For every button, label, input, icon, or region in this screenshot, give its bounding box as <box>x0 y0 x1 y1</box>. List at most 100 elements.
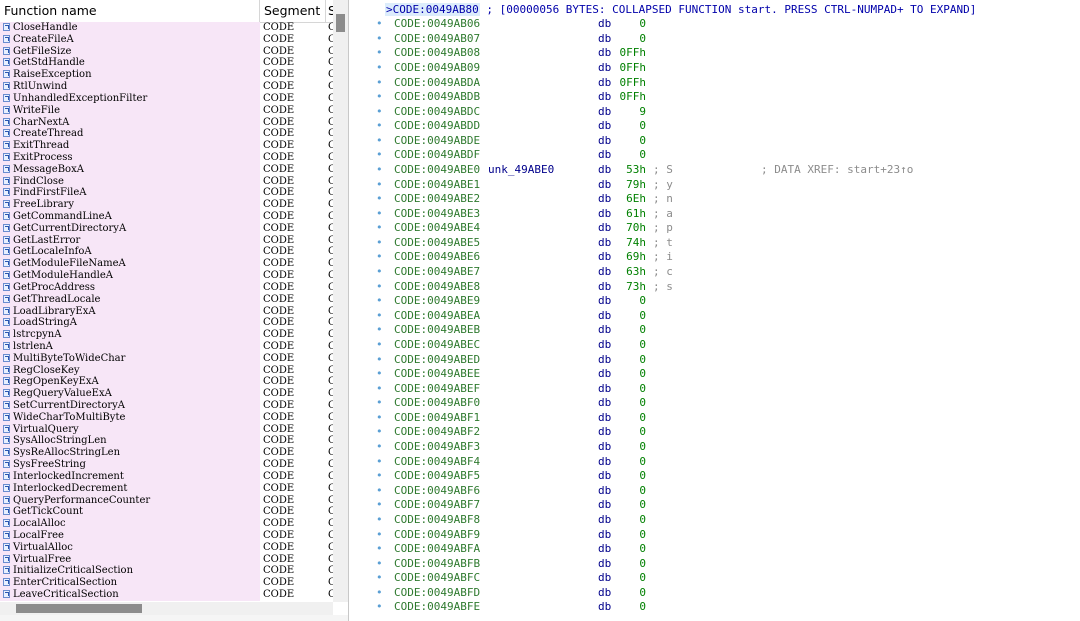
function-row[interactable]: GetLastErrorCODEC <box>0 234 333 247</box>
disassembly-view[interactable]: >CODE:0049AB80 ; [00000056 BYTES: COLLAP… <box>360 0 1080 621</box>
function-row[interactable]: CreateThreadCODEC <box>0 128 333 141</box>
function-row[interactable]: FindFirstFileACODEC <box>0 187 333 200</box>
function-row[interactable]: GetThreadLocaleCODEC <box>0 293 333 306</box>
function-row[interactable]: SysAllocStringLenCODEC <box>0 435 333 448</box>
function-row[interactable]: GetProcAddressCODEC <box>0 281 333 294</box>
function-row[interactable]: MessageBoxACODEC <box>0 163 333 176</box>
line-label[interactable]: unk_49ABE0 <box>488 163 554 178</box>
line-address[interactable]: CODE:0049ABFB <box>394 557 480 572</box>
line-xref[interactable]: ; DATA XREF: start+23↑o <box>761 163 913 178</box>
function-row[interactable]: GetFileSizeCODEC <box>0 45 333 58</box>
function-row[interactable]: LoadLibraryExACODEC <box>0 305 333 318</box>
functions-vertical-scrollbar[interactable] <box>333 0 348 602</box>
function-row[interactable]: GetModuleHandleACODEC <box>0 270 333 282</box>
function-row[interactable]: WideCharToMultiByteCODEC <box>0 411 333 424</box>
function-row[interactable]: GetLocaleInfoACODEC <box>0 246 333 259</box>
function-row[interactable]: SysFreeStringCODEC <box>0 459 333 471</box>
function-row[interactable]: GetCurrentDirectoryACODEC <box>0 222 333 235</box>
line-address[interactable]: CODE:0049ABE7 <box>394 265 480 280</box>
line-address[interactable]: CODE:0049AB09 <box>394 61 480 76</box>
function-row[interactable]: ExitProcessCODEC <box>0 151 333 164</box>
line-address[interactable]: CODE:0049ABDF <box>394 148 480 163</box>
line-address[interactable]: CODE:0049ABE1 <box>394 178 480 193</box>
line-address[interactable]: CODE:0049ABF7 <box>394 498 480 513</box>
function-row[interactable]: WriteFileCODEC <box>0 104 333 117</box>
line-address[interactable]: CODE:0049ABF8 <box>394 513 480 528</box>
line-address[interactable]: CODE:0049ABF1 <box>394 411 480 426</box>
function-row[interactable]: CharNextACODEC <box>0 116 333 129</box>
line-address[interactable]: CODE:0049ABFE <box>394 600 480 615</box>
column-header-start[interactable]: S <box>326 0 333 22</box>
line-address[interactable]: CODE:0049AB07 <box>394 32 480 47</box>
function-row[interactable]: VirtualQueryCODEC <box>0 423 333 436</box>
function-row[interactable]: GetModuleFileNameACODEC <box>0 258 333 271</box>
line-address[interactable]: CODE:0049ABEE <box>394 367 480 382</box>
column-header-segment[interactable]: Segment <box>260 0 326 22</box>
line-address[interactable]: CODE:0049ABE2 <box>394 192 480 207</box>
line-address[interactable]: CODE:0049AB08 <box>394 46 480 61</box>
collapsed-function-line[interactable]: >CODE:0049AB80 ; [00000056 BYTES: COLLAP… <box>385 3 1025 17</box>
cursor-address-highlight[interactable]: >CODE:0049AB80 <box>385 3 480 16</box>
function-row[interactable]: SetCurrentDirectoryACODEC <box>0 400 333 412</box>
functions-horizontal-scroll-thumb[interactable] <box>16 604 142 613</box>
line-address[interactable]: CODE:0049ABDC <box>394 105 480 120</box>
line-address[interactable]: CODE:0049ABE5 <box>394 236 480 251</box>
function-row[interactable]: GetTickCountCODEC <box>0 506 333 519</box>
function-row[interactable]: CloseHandleCODEC <box>0 22 333 34</box>
function-row[interactable]: CreateFileACODEC <box>0 33 333 46</box>
line-address[interactable]: CODE:0049ABED <box>394 353 480 368</box>
function-row[interactable]: lstrlenACODEC <box>0 340 333 353</box>
function-row[interactable]: lstrcpynACODEC <box>0 329 333 341</box>
function-row[interactable]: LocalAllocCODEC <box>0 518 333 530</box>
line-address[interactable]: CODE:0049AB06 <box>394 17 480 32</box>
function-row[interactable]: FindCloseCODEC <box>0 175 333 188</box>
function-row[interactable]: EnterCriticalSectionCODEC <box>0 577 333 589</box>
line-address[interactable]: CODE:0049ABE8 <box>394 280 480 295</box>
function-row[interactable]: FreeLibraryCODEC <box>0 199 333 211</box>
column-header-function-name[interactable]: Function name <box>0 0 260 22</box>
line-address[interactable]: CODE:0049ABF5 <box>394 469 480 484</box>
function-row[interactable]: UnhandledExceptionFilterCODEC <box>0 92 333 105</box>
line-address[interactable]: CODE:0049ABF0 <box>394 396 480 411</box>
line-address[interactable]: CODE:0049ABE3 <box>394 207 480 222</box>
line-address[interactable]: CODE:0049ABF9 <box>394 528 480 543</box>
line-address[interactable]: CODE:0049ABEB <box>394 323 480 338</box>
line-address[interactable]: CODE:0049ABF4 <box>394 455 480 470</box>
line-address[interactable]: CODE:0049ABE4 <box>394 221 480 236</box>
line-address[interactable]: CODE:0049ABE9 <box>394 294 480 309</box>
function-row[interactable]: RegCloseKeyCODEC <box>0 364 333 377</box>
functions-vertical-scroll-thumb[interactable] <box>336 14 345 32</box>
line-address[interactable]: CODE:0049ABE6 <box>394 250 480 265</box>
line-address[interactable]: CODE:0049ABDA <box>394 76 480 91</box>
line-address[interactable]: CODE:0049ABE0 <box>394 163 480 178</box>
function-row[interactable]: LocalFreeCODEC <box>0 529 333 542</box>
function-row[interactable]: InterlockedIncrementCODEC <box>0 470 333 483</box>
function-row[interactable]: MultiByteToWideCharCODEC <box>0 352 333 365</box>
function-row[interactable]: GetCommandLineACODEC <box>0 211 333 223</box>
line-address[interactable]: CODE:0049ABEA <box>394 309 480 324</box>
function-row[interactable]: QueryPerformanceCounterCODEC <box>0 494 333 507</box>
function-row[interactable]: InitializeCriticalSectionCODEC <box>0 565 333 578</box>
line-address[interactable]: CODE:0049ABF3 <box>394 440 480 455</box>
function-row[interactable]: RegQueryValueExACODEC <box>0 388 333 400</box>
function-row[interactable]: VirtualAllocCODEC <box>0 541 333 554</box>
line-address[interactable]: CODE:0049ABF2 <box>394 425 480 440</box>
line-address[interactable]: CODE:0049ABEC <box>394 338 480 353</box>
line-address[interactable]: CODE:0049ABDB <box>394 90 480 105</box>
line-address[interactable]: CODE:0049ABDE <box>394 134 480 149</box>
function-row[interactable]: GetStdHandleCODEC <box>0 57 333 70</box>
function-row[interactable]: VirtualFreeCODEC <box>0 553 333 566</box>
function-row[interactable]: RegOpenKeyExACODEC <box>0 376 333 389</box>
function-row[interactable]: RtlUnwindCODEC <box>0 81 333 93</box>
function-row[interactable]: InterlockedDecrementCODEC <box>0 482 333 495</box>
line-address[interactable]: CODE:0049ABEF <box>394 382 480 397</box>
line-address[interactable]: CODE:0049ABFD <box>394 586 480 601</box>
line-address[interactable]: CODE:0049ABDD <box>394 119 480 134</box>
function-row[interactable]: ExitThreadCODEC <box>0 140 333 152</box>
function-row[interactable]: RaiseExceptionCODEC <box>0 69 333 82</box>
line-address[interactable]: CODE:0049ABF6 <box>394 484 480 499</box>
function-row[interactable]: SysReAllocStringLenCODEC <box>0 447 333 460</box>
function-row[interactable]: LeaveCriticalSectionCODEC <box>0 589 333 601</box>
line-address[interactable]: CODE:0049ABFC <box>394 571 480 586</box>
line-address[interactable]: CODE:0049ABFA <box>394 542 480 557</box>
